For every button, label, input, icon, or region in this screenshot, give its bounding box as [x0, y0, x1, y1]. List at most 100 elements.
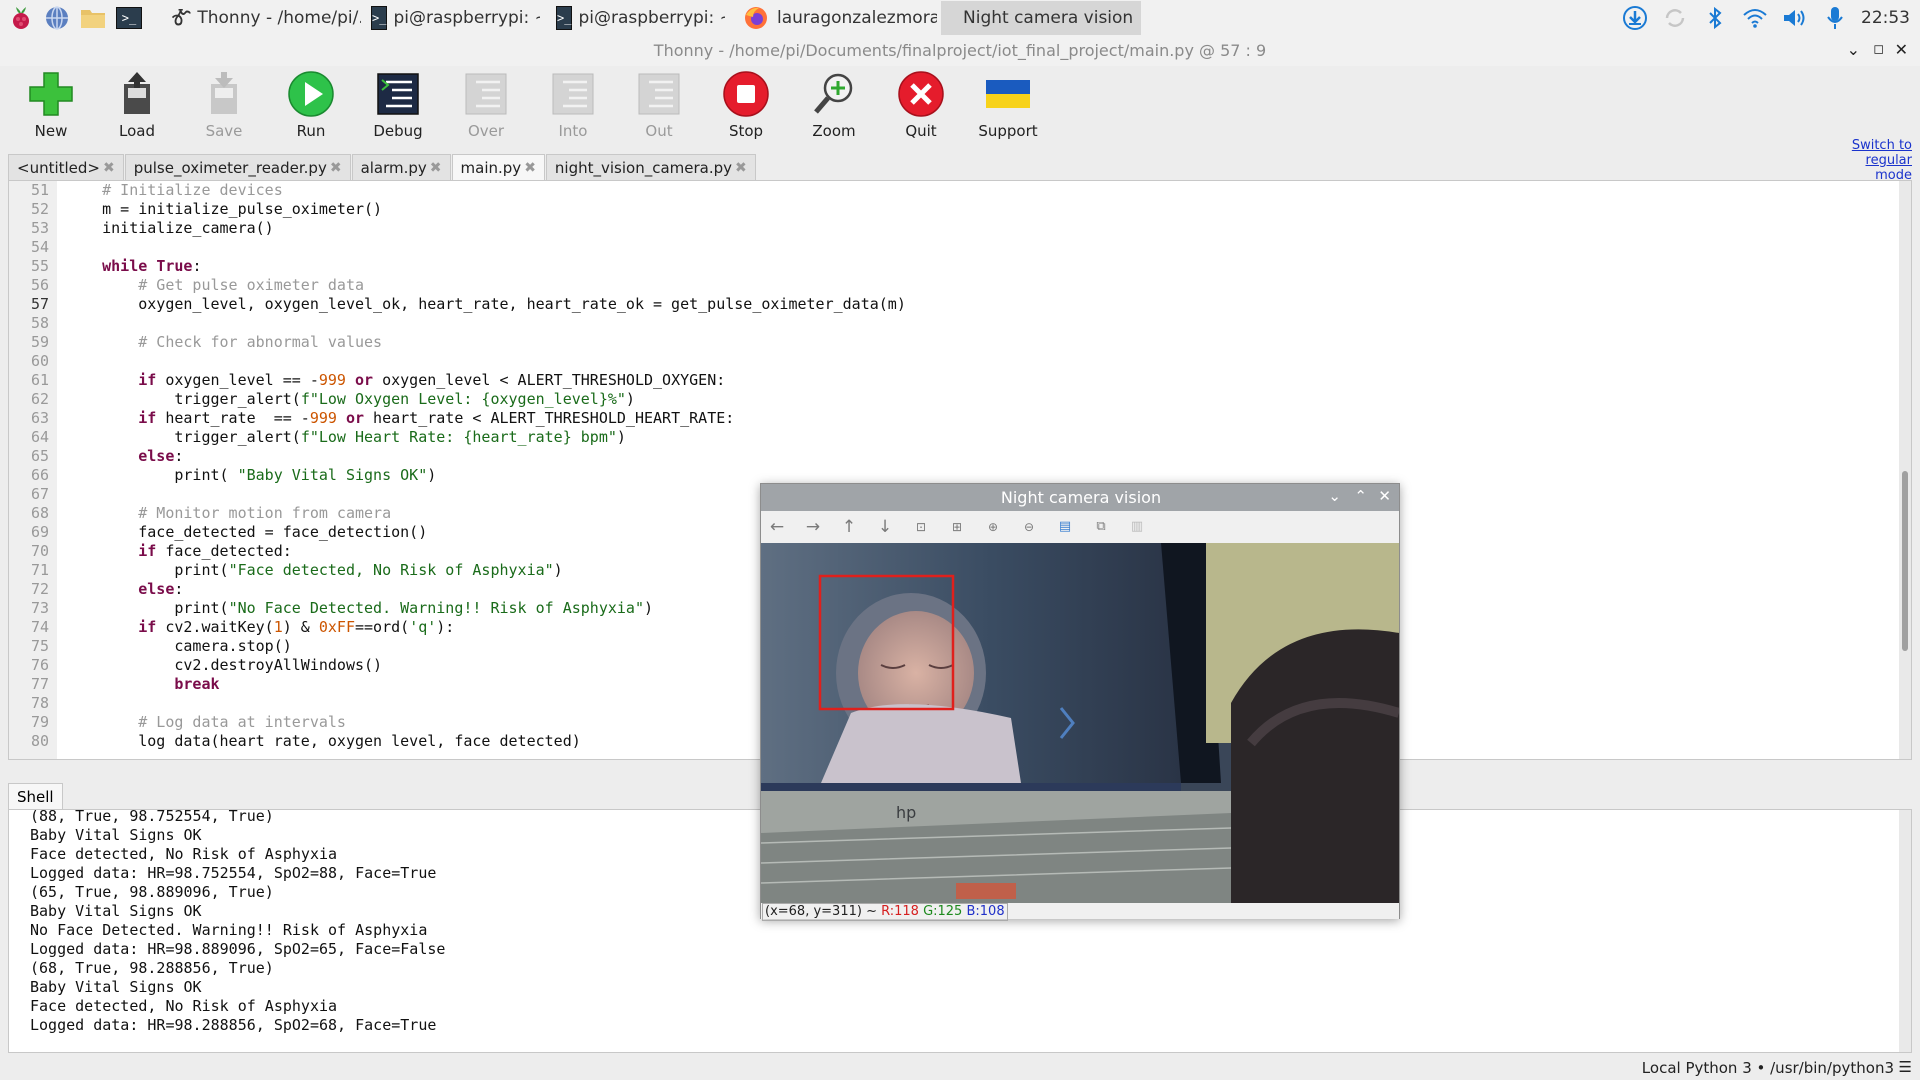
- zoom-in-icon[interactable]: ⊡: [911, 518, 931, 536]
- code-line[interactable]: # Get pulse oximeter data: [66, 276, 906, 295]
- line-number: 64: [30, 428, 49, 446]
- minimize-icon[interactable]: ⌄: [1847, 40, 1860, 59]
- update-download-icon[interactable]: [1615, 0, 1655, 36]
- tab-pulse-oximeter-reader[interactable]: pulse_oximeter_reader.py ✖: [124, 154, 351, 180]
- debug-button[interactable]: Debug: [358, 70, 438, 146]
- pan-right-icon[interactable]: →: [803, 518, 823, 536]
- tab-untitled[interactable]: <untitled> ✖: [8, 154, 124, 180]
- run-icon: [288, 71, 334, 117]
- cursor-coords: (x=68, y=311) ~: [765, 904, 882, 919]
- sync-icon[interactable]: [1655, 0, 1695, 36]
- switch-to-regular-mode-link[interactable]: Switch to regular mode: [1852, 138, 1912, 183]
- tab-close-icon[interactable]: ✖: [330, 160, 342, 176]
- code-token: # Get pulse oximeter data: [138, 276, 365, 294]
- code-line[interactable]: else:: [66, 447, 906, 466]
- line-number: 65: [30, 447, 49, 465]
- interpreter-status[interactable]: Local Python 3 • /usr/bin/python3: [1642, 1059, 1894, 1077]
- code-line[interactable]: if heart_rate == -999 or heart_rate < AL…: [66, 409, 906, 428]
- pan-down-icon[interactable]: ↓: [875, 518, 895, 536]
- code-line[interactable]: [66, 238, 906, 257]
- load-button[interactable]: Load: [97, 70, 177, 146]
- volume-icon[interactable]: [1775, 0, 1815, 36]
- save-button[interactable]: Save: [184, 70, 264, 146]
- camera-titlebar[interactable]: Night camera vision ⌄ ⌃ ✕: [761, 484, 1399, 511]
- tab-close-icon[interactable]: ✖: [524, 160, 536, 176]
- shell-scrollbar[interactable]: [1899, 810, 1911, 1052]
- save-image-icon[interactable]: ▤: [1055, 518, 1075, 536]
- task-terminal-1[interactable]: >_ pi@raspberrypi: ~: [365, 1, 540, 35]
- code-line[interactable]: trigger_alert(f"Low Oxygen Level: {oxyge…: [66, 390, 906, 409]
- line-number: 54: [30, 238, 49, 256]
- night-camera-window[interactable]: Night camera vision ⌄ ⌃ ✕ ← → ↑ ↓ ⊡ ⊞ ⊕ …: [760, 483, 1400, 921]
- camera-close-icon[interactable]: ✕: [1378, 487, 1391, 505]
- quit-button[interactable]: Quit: [881, 70, 961, 146]
- properties-icon[interactable]: ▥: [1127, 518, 1147, 536]
- step-into-button[interactable]: Into: [533, 70, 613, 146]
- step-over-label: Over: [467, 122, 505, 140]
- camera-window-title: Night camera vision: [1000, 488, 1162, 507]
- code-token: "Baby Vital Signs OK": [237, 466, 428, 484]
- run-button[interactable]: Run: [271, 70, 351, 146]
- line-number: 57: [30, 295, 49, 313]
- zoom-fit-icon[interactable]: ⊞: [947, 518, 967, 536]
- line-number: 70: [30, 542, 49, 560]
- editor-vertical-scrollbar[interactable]: [1899, 181, 1911, 759]
- code-token: if: [138, 409, 157, 427]
- copy-image-icon[interactable]: ⧉: [1091, 518, 1111, 536]
- close-icon[interactable]: ✕: [1895, 40, 1908, 59]
- pan-up-icon[interactable]: ↑: [839, 518, 859, 536]
- camera-minimize-icon[interactable]: ⌄: [1328, 487, 1341, 505]
- tab-main[interactable]: main.py ✖: [451, 154, 545, 180]
- raspberry-menu-icon[interactable]: [6, 3, 36, 33]
- code-line[interactable]: oxygen_level, oxygen_level_ok, heart_rat…: [66, 295, 906, 314]
- support-button[interactable]: Support: [968, 70, 1048, 146]
- code-line[interactable]: m = initialize_pulse_oximeter(): [66, 200, 906, 219]
- wifi-icon[interactable]: [1735, 0, 1775, 36]
- terminal-icon[interactable]: >_: [114, 3, 144, 33]
- camera-feed[interactable]: hp: [761, 543, 1399, 903]
- pan-left-icon[interactable]: ←: [767, 518, 787, 536]
- line-number: 68: [30, 504, 49, 522]
- tab-night-vision-camera[interactable]: night_vision_camera.py ✖: [545, 154, 756, 180]
- line-number: 67: [30, 485, 49, 503]
- zoom-reset-icon[interactable]: ⊖: [1019, 518, 1039, 536]
- task-terminal-2[interactable]: >_ pi@raspberrypi: ~: [550, 1, 725, 35]
- code-line[interactable]: [66, 352, 906, 371]
- tab-close-icon[interactable]: ✖: [103, 160, 115, 176]
- zoom-out-icon[interactable]: ⊕: [983, 518, 1003, 536]
- editor-scrollbar-thumb[interactable]: [1902, 471, 1908, 651]
- code-token: :: [174, 580, 184, 598]
- tab-close-icon[interactable]: ✖: [430, 160, 442, 176]
- camera-maximize-icon[interactable]: ⌃: [1354, 487, 1367, 505]
- line-number: 73: [30, 599, 49, 617]
- stop-button[interactable]: Stop: [706, 70, 786, 146]
- interpreter-menu-icon[interactable]: ☰: [1899, 1058, 1912, 1076]
- maximize-icon[interactable]: ◻: [1873, 42, 1884, 57]
- task-night-camera[interactable]: Night camera vision: [941, 1, 1141, 35]
- code-token: "Face detected, No Risk of Asphyxia": [228, 561, 554, 579]
- code-line[interactable]: trigger_alert(f"Low Heart Rate: {heart_r…: [66, 428, 906, 447]
- tab-close-icon[interactable]: ✖: [735, 160, 747, 176]
- tab-alarm[interactable]: alarm.py ✖: [351, 154, 451, 180]
- code-line[interactable]: # Initialize devices: [66, 181, 906, 200]
- browser-globe-icon[interactable]: [42, 3, 72, 33]
- pixel-g-value: G:125: [923, 904, 963, 919]
- step-over-button[interactable]: Over: [446, 70, 526, 146]
- microphone-icon[interactable]: [1815, 0, 1855, 36]
- bluetooth-icon[interactable]: [1695, 0, 1735, 36]
- clock[interactable]: 22:53: [1861, 8, 1910, 28]
- code-line[interactable]: [66, 314, 906, 333]
- code-line[interactable]: if oxygen_level == -999 or oxygen_level …: [66, 371, 906, 390]
- shell-line: Baby Vital Signs OK: [30, 978, 202, 996]
- task-firefox[interactable]: lauragonzalezmoran..: [737, 1, 937, 35]
- code-line[interactable]: while True:: [66, 257, 906, 276]
- code-line[interactable]: initialize_camera(): [66, 219, 906, 238]
- step-out-button[interactable]: Out: [619, 70, 699, 146]
- zoom-button[interactable]: Zoom: [794, 70, 874, 146]
- code-line[interactable]: # Check for abnormal values: [66, 333, 906, 352]
- tab-shell[interactable]: Shell: [8, 783, 63, 809]
- task-thonny[interactable]: Ꮉ Thonny - /home/pi/..: [166, 1, 361, 35]
- shell-line: Logged data: HR=98.752554, SpO2=88, Face…: [30, 864, 437, 882]
- new-button[interactable]: New: [11, 70, 91, 146]
- file-manager-icon[interactable]: [78, 3, 108, 33]
